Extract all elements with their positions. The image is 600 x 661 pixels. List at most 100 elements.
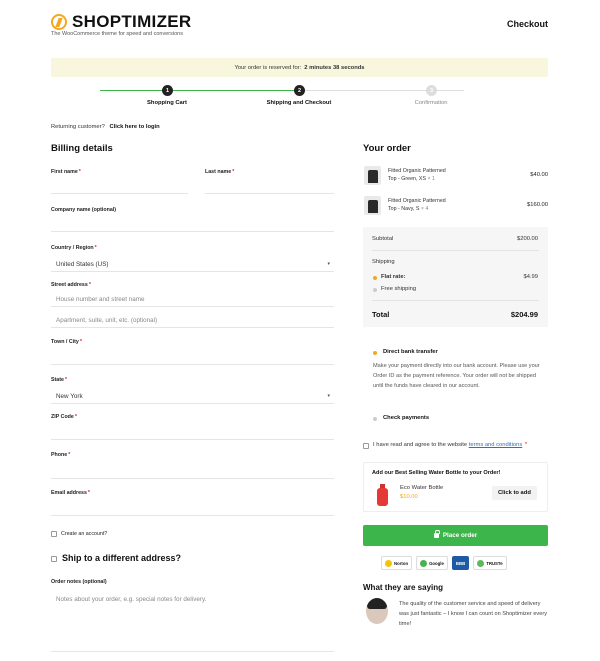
bank-transfer-description: Make your payment directly into our bank… <box>373 363 540 389</box>
country-value: United States (US) <box>56 260 109 268</box>
order-notes-placeholder: Notes about your order, e.g. special not… <box>56 596 207 603</box>
billing-title: Billing details <box>51 143 113 154</box>
town-field[interactable] <box>51 350 334 365</box>
upsell-product-name: Eco Water Bottle <box>400 485 444 491</box>
radio-selected-icon[interactable] <box>373 276 377 280</box>
divider <box>372 300 539 301</box>
first-name-field[interactable] <box>51 179 188 194</box>
order-item-2-price: $160.00 <box>527 202 548 208</box>
customer-avatar <box>366 598 388 624</box>
truste-badge: TRUSTe <box>473 556 507 570</box>
ship-different-label[interactable]: Ship to a different address? <box>62 553 181 563</box>
bbb-badge: BBB <box>451 556 470 570</box>
street-placeholder: House number and street name <box>56 295 145 303</box>
company-field[interactable] <box>51 217 334 232</box>
logo-text: SHOPTIMIZER <box>72 12 192 31</box>
first-name-label: First name* <box>51 169 81 175</box>
radio-icon[interactable] <box>373 417 377 421</box>
page-title: Checkout <box>506 19 548 29</box>
checkmark-icon <box>385 559 392 567</box>
testimonial-quote: The quality of the customer service and … <box>399 601 547 627</box>
step-3-label: Confirmation <box>414 100 448 106</box>
order-item-2: Fitted Organic Patterned Top - Navy, S ×… <box>388 198 446 212</box>
flat-rate-label[interactable]: Flat rate: <box>381 274 405 280</box>
upsell-title: Add our Best Selling Water Bottle to you… <box>372 470 501 476</box>
terms-checkbox[interactable] <box>363 443 369 449</box>
state-label: State* <box>51 377 68 383</box>
returning-customer: Returning customer? Click here to login <box>51 124 160 130</box>
zip-field[interactable] <box>51 425 334 440</box>
street2-placeholder: Apartment, suite, unit, etc. (optional) <box>56 316 158 324</box>
chevron-down-icon: ▾ <box>327 393 330 399</box>
terms-link[interactable]: terms and conditions <box>469 442 523 448</box>
create-account-checkbox[interactable] <box>51 531 57 537</box>
zip-label: ZIP Code* <box>51 414 77 420</box>
total-label: Total <box>372 310 390 319</box>
ship-different-checkbox[interactable] <box>51 556 57 562</box>
bank-transfer-label[interactable]: Direct bank transfer <box>383 349 438 355</box>
reservation-banner: Your order is reserved for: 2 minutes 38… <box>51 58 548 77</box>
checkmark-icon <box>477 559 485 567</box>
progress-line-pending <box>299 90 464 91</box>
divider <box>372 250 539 251</box>
step-1-label[interactable]: Shopping Cart <box>117 100 217 106</box>
order-item-1: Fitted Organic Patterned Top - Green, XS… <box>388 168 446 182</box>
subtotal-label: Subtotal <box>372 236 394 242</box>
email-label: Email address* <box>51 490 90 496</box>
state-value: New York <box>56 392 83 400</box>
street2-field[interactable]: Apartment, suite, unit, etc. (optional) <box>51 313 334 328</box>
flat-rate-value: $4.99 <box>523 274 538 280</box>
checkmark-icon <box>420 559 428 567</box>
country-select[interactable]: United States (US) ▾ <box>51 257 334 272</box>
radio-selected-icon[interactable] <box>373 351 377 355</box>
company-label: Company name (optional) <box>51 207 117 213</box>
order-notes-label: Order notes (optional) <box>51 579 107 585</box>
town-label: Town / City* <box>51 339 82 345</box>
place-order-button[interactable]: Place order <box>363 525 548 546</box>
chevron-down-icon: ▾ <box>327 261 330 267</box>
trust-badges: Norton Google BBB TRUSTe <box>381 556 507 570</box>
email-field[interactable] <box>51 501 334 516</box>
step-2-label: Shipping and Checkout <box>266 100 332 106</box>
reservation-label: Your order is reserved for: <box>234 64 302 71</box>
last-name-field[interactable] <box>205 179 334 194</box>
logo-tagline: The WooCommerce theme for speed and conv… <box>51 31 183 37</box>
phone-label: Phone* <box>51 452 71 458</box>
norton-badge: Norton <box>381 556 413 570</box>
create-account-label[interactable]: Create an account? <box>61 531 107 537</box>
radio-icon[interactable] <box>373 288 377 292</box>
place-order-label: Place order <box>442 532 478 539</box>
upsell-product-price: $10.00 <box>400 494 418 500</box>
shipping-label: Shipping <box>372 259 395 265</box>
testimonial-title: What they are saying <box>363 583 444 592</box>
step-2-dot: 2 <box>294 85 305 96</box>
order-title: Your order <box>363 143 411 154</box>
progress-line-complete <box>100 90 299 91</box>
google-badge: Google <box>416 556 448 570</box>
water-bottle-image <box>375 484 391 506</box>
lightning-logo-icon <box>51 14 67 30</box>
order-item-1-price: $40.00 <box>530 172 548 178</box>
total-value: $204.99 <box>510 310 538 319</box>
lock-icon <box>433 530 440 538</box>
returning-label: Returning customer? <box>51 124 105 130</box>
free-shipping-label[interactable]: Free shipping <box>381 286 416 292</box>
street-label: Street address* <box>51 282 91 288</box>
subtotal-value: $200.00 <box>517 236 538 242</box>
step-3-dot: 3 <box>426 85 437 96</box>
state-select[interactable]: New York ▾ <box>51 389 334 404</box>
street-field[interactable]: House number and street name <box>51 292 334 307</box>
step-1-dot[interactable]: 1 <box>162 85 173 96</box>
country-label: Country / Region* <box>51 245 97 251</box>
product-thumbnail <box>364 196 381 215</box>
click-to-add-button[interactable]: Click to add <box>492 486 537 500</box>
reservation-timer: 2 minutes 38 seconds <box>304 64 365 71</box>
login-link[interactable]: Click here to login <box>109 124 159 130</box>
check-payments-label[interactable]: Check payments <box>383 415 429 421</box>
phone-field[interactable] <box>51 464 334 479</box>
product-thumbnail <box>364 166 381 185</box>
logo[interactable]: SHOPTIMIZER <box>51 12 191 32</box>
terms-label: I have read and agree to the website ter… <box>373 442 528 448</box>
last-name-label: Last name* <box>205 169 235 175</box>
order-notes-field[interactable]: Notes about your order, e.g. special not… <box>51 590 334 652</box>
